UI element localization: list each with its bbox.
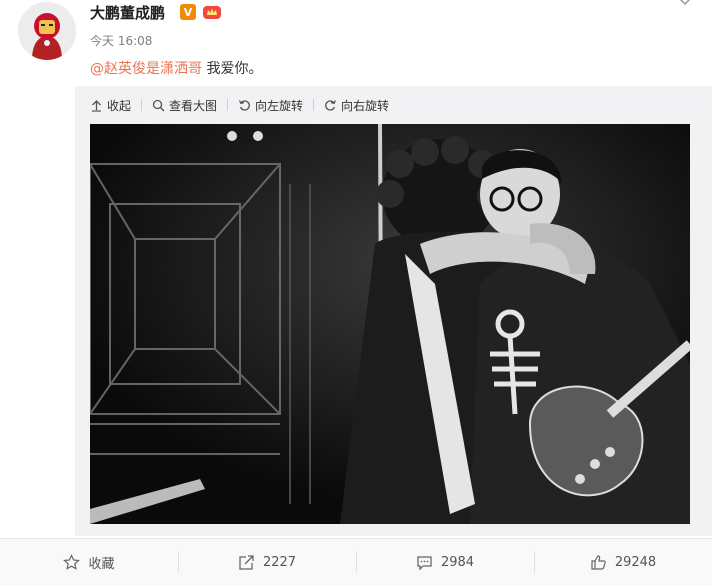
comment-bubble-icon [417, 555, 432, 571]
collapse-label: 收起 [107, 98, 132, 113]
avatar-image [18, 2, 76, 60]
favorite-label: 收藏 [88, 556, 115, 572]
post-photo[interactable] [90, 124, 690, 524]
star-icon [63, 553, 81, 570]
rotate-left-icon [238, 99, 250, 111]
more-menu-chevron-icon[interactable] [678, 0, 692, 8]
thumbs-up-icon [591, 554, 606, 570]
view-large-label: 查看大图 [169, 98, 218, 113]
verified-badge-icon: V [180, 4, 196, 20]
like-count: 29248 [614, 554, 657, 570]
username[interactable]: 大鹏董成鹏 [90, 2, 165, 23]
toolbar-divider [313, 99, 315, 111]
weibo-post: 大鹏董成鹏 V 今天 16:08 @赵英俊是潇洒哥 我爱你。 收起 查看大图 向… [0, 0, 712, 585]
media-toolbar: 收起 查看大图 向左旋转 向右旋转 [90, 96, 389, 114]
avatar[interactable] [18, 2, 76, 60]
mention-link[interactable]: @赵英俊是潇洒哥 [90, 61, 202, 77]
share-arrow-icon [239, 554, 254, 570]
rotate-right-label: 向右旋转 [341, 98, 390, 113]
toolbar-divider [227, 99, 229, 111]
rotate-right-icon [325, 99, 337, 111]
vip-crown-icon [203, 6, 221, 19]
action-bar: 收藏 2227 2984 29248 [0, 538, 712, 585]
like-button[interactable]: 29248 [534, 539, 712, 585]
repost-button[interactable]: 2227 [178, 539, 356, 585]
magnifier-icon [152, 99, 165, 111]
collapse-button[interactable]: 收起 [90, 97, 131, 114]
repost-count: 2227 [262, 554, 297, 570]
comment-button[interactable]: 2984 [356, 539, 534, 585]
rotate-left-label: 向左旋转 [255, 98, 304, 113]
post-content: @赵英俊是潇洒哥 我爱你。 [90, 58, 262, 78]
rotate-right-button[interactable]: 向右旋转 [324, 97, 389, 114]
post-text: 我爱你。 [202, 61, 263, 77]
post-timestamp[interactable]: 今天 16:08 [90, 32, 152, 49]
favorite-button[interactable]: 收藏 [0, 539, 178, 585]
view-large-button[interactable]: 查看大图 [152, 97, 217, 114]
collapse-arrow-icon [92, 99, 101, 112]
concert-photo-image [90, 124, 690, 524]
rotate-left-button[interactable]: 向左旋转 [238, 97, 303, 114]
toolbar-divider [141, 99, 143, 111]
comment-count: 2984 [440, 554, 475, 570]
